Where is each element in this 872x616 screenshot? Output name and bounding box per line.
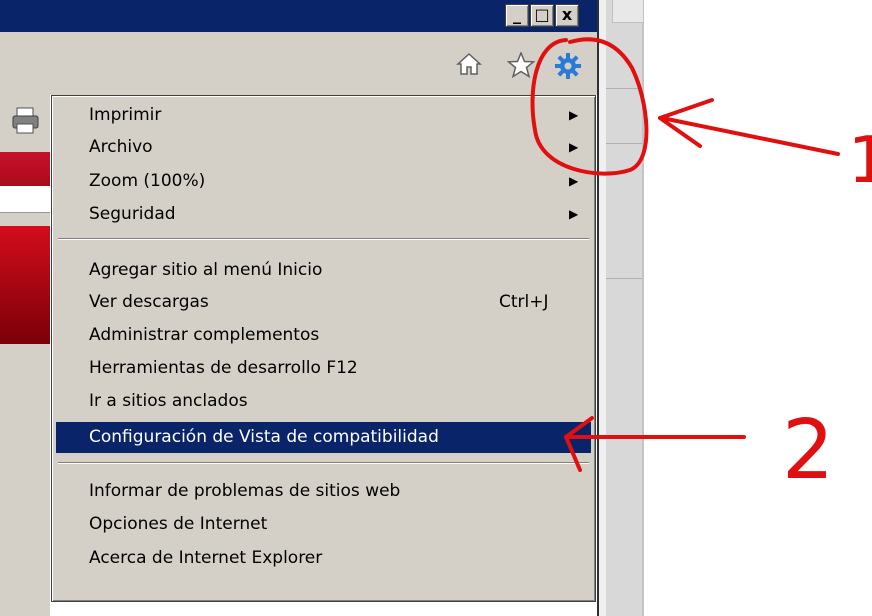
menu-item-administrar-complementos[interactable]: Administrar complementos xyxy=(56,320,591,351)
menu-item-informar-problemas[interactable]: Informar de problemas de sitios web xyxy=(56,476,591,507)
menu-item-label: Archivo xyxy=(89,137,153,157)
annotation-label-2: 2 xyxy=(782,403,834,498)
maximize-button[interactable]: □ xyxy=(530,4,554,27)
menu-item-label: Configuración de Vista de compatibilidad xyxy=(89,427,439,447)
menu-item-label: Ver descargas xyxy=(89,292,209,312)
command-bar xyxy=(0,32,597,95)
menu-item-zoom[interactable]: Zoom (100%) ▶ xyxy=(56,166,591,197)
menu-item-sitios-anclados[interactable]: Ir a sitios anclados xyxy=(56,386,591,417)
tools-menu: Imprimir ▶ Archivo ▶ Zoom (100%) ▶ Segur… xyxy=(51,95,596,602)
menu-item-label: Seguridad xyxy=(89,204,176,224)
submenu-arrow-icon: ▶ xyxy=(569,207,579,221)
menu-item-label: Opciones de Internet xyxy=(89,514,268,534)
arrow-1-head-bottom xyxy=(658,116,702,148)
menu-item-herramientas-desarrollo[interactable]: Herramientas de desarrollo F12 xyxy=(56,353,591,384)
title-bar: _ □ x xyxy=(0,0,597,32)
submenu-arrow-icon: ▶ xyxy=(569,174,579,188)
menu-item-agregar-sitio[interactable]: Agregar sitio al menú Inicio xyxy=(56,255,591,286)
menu-item-label: Zoom (100%) xyxy=(89,171,206,191)
page-banner-lower xyxy=(0,226,50,344)
menu-item-label: Herramientas de desarrollo F12 xyxy=(89,358,358,378)
submenu-arrow-icon: ▶ xyxy=(569,108,579,122)
menu-item-label: Administrar complementos xyxy=(89,325,320,345)
menu-item-seguridad[interactable]: Seguridad ▶ xyxy=(56,199,591,230)
annotation-label-1: 1 xyxy=(848,124,872,198)
menu-separator xyxy=(58,462,589,464)
menu-separator xyxy=(58,238,589,240)
menu-item-label: Agregar sitio al menú Inicio xyxy=(89,260,323,280)
close-button[interactable]: x xyxy=(555,4,579,27)
menu-item-vista-compatibilidad[interactable]: Configuración de Vista de compatibilidad xyxy=(56,422,591,453)
side-panel xyxy=(606,0,644,616)
home-icon[interactable] xyxy=(456,52,482,76)
star-icon[interactable] xyxy=(507,52,535,78)
menu-item-imprimir[interactable]: Imprimir ▶ xyxy=(56,100,591,131)
gear-icon[interactable] xyxy=(554,52,582,80)
print-icon[interactable] xyxy=(10,106,42,136)
menu-item-archivo[interactable]: Archivo ▶ xyxy=(56,132,591,163)
submenu-arrow-icon: ▶ xyxy=(569,140,579,154)
menu-item-label: Imprimir xyxy=(89,105,162,125)
menu-item-shortcut: Ctrl+J xyxy=(499,292,549,312)
arrow-1-head-top xyxy=(658,98,714,120)
menu-item-label: Ir a sitios anclados xyxy=(89,391,248,411)
page-banner xyxy=(0,152,50,186)
menu-item-label: Acerca de Internet Explorer xyxy=(89,548,323,568)
page-input-strip xyxy=(0,186,50,213)
menu-item-label: Informar de problemas de sitios web xyxy=(89,481,401,501)
minimize-button[interactable]: _ xyxy=(505,4,529,27)
menu-item-ver-descargas[interactable]: Ver descargas Ctrl+J xyxy=(56,287,591,318)
menu-item-acerca-de[interactable]: Acerca de Internet Explorer xyxy=(56,543,591,574)
menu-item-opciones-internet[interactable]: Opciones de Internet xyxy=(56,509,591,540)
arrow-1-shaft xyxy=(660,116,840,156)
